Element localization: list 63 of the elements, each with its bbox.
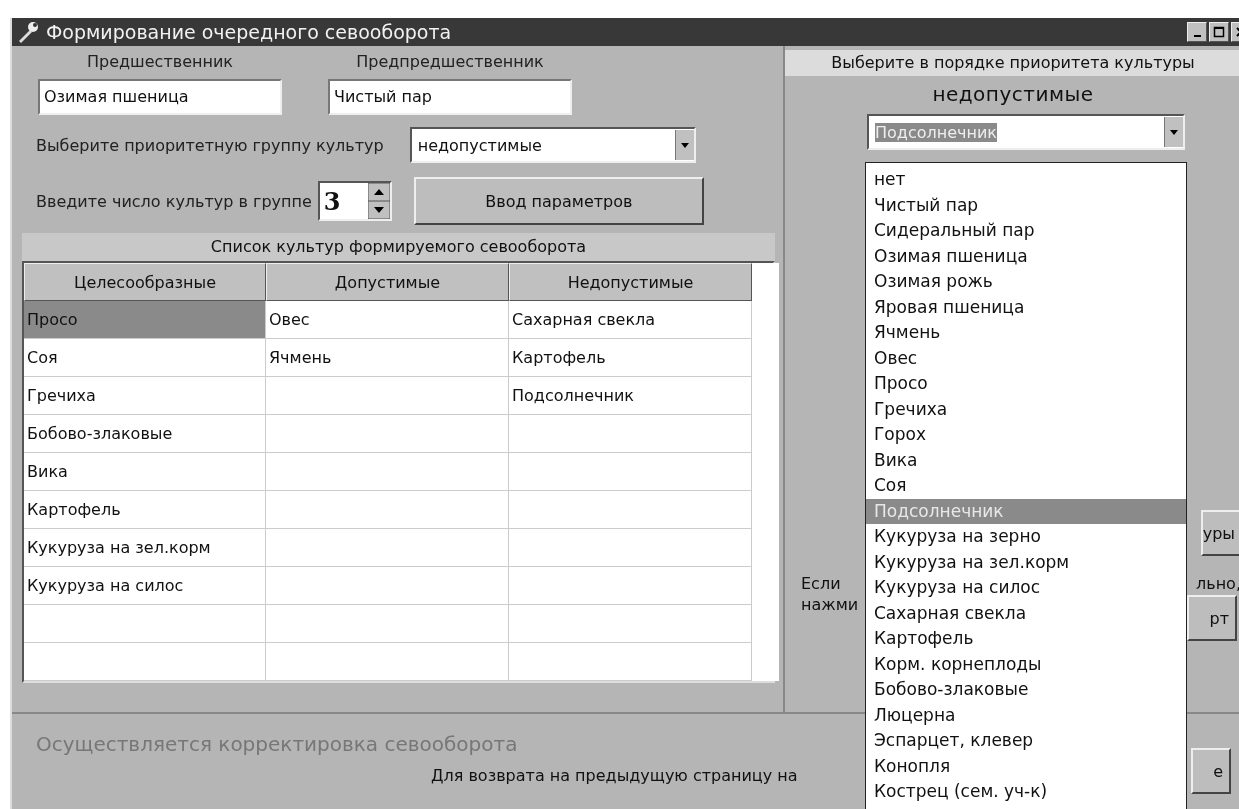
maximize-button[interactable] (1209, 22, 1229, 42)
field-label: Предшественник (87, 52, 233, 71)
list-item[interactable]: Люцерна (866, 702, 1186, 728)
table-cell: Бобово-злаковые (24, 415, 266, 453)
window-title: Формирование очередного севооборота (46, 21, 452, 43)
table-cell: Кукуруза на зел.корм (24, 529, 266, 567)
group-name: недопустимые (931, 82, 1095, 106)
list-item[interactable]: Кострец (сем. уч-к) (866, 779, 1186, 805)
list-item[interactable]: Соя (866, 473, 1186, 499)
list-item[interactable]: Просо (866, 371, 1186, 397)
list-item[interactable]: Корм. корнеплоды (866, 651, 1186, 677)
pre-predecessor-field[interactable]: Чистый пар (328, 79, 572, 115)
predecessor-field[interactable]: Озимая пшеница (38, 79, 282, 115)
maximize-icon (1213, 26, 1225, 38)
list-item[interactable]: Конопля (866, 753, 1186, 779)
note-text: нажми (801, 595, 859, 614)
enter-parameters-button[interactable]: Ввод параметров (413, 177, 704, 225)
list-item[interactable]: Кукуруза на силос (866, 575, 1186, 601)
note-text: льно, (1196, 574, 1239, 593)
list-item[interactable]: Эспарцет, клевер (866, 728, 1186, 754)
spin-arrows-icon (367, 183, 390, 219)
minimize-button[interactable] (1187, 22, 1207, 42)
list-item[interactable]: Сахарная свекла (866, 600, 1186, 626)
field-label: Выберите приоритетную группу культур (36, 135, 384, 155)
table-caption: Список культур формируемого севооборота (22, 233, 775, 261)
list-item[interactable]: Кукуруза на зел.корм (866, 549, 1186, 575)
count-spinner[interactable]: 3 (317, 181, 392, 221)
field-label: Введите число культур в группе (36, 191, 312, 211)
table-cell: Соя (24, 339, 266, 377)
list-item[interactable]: Ячмень (866, 320, 1186, 346)
back-button[interactable]: е (1191, 748, 1231, 794)
group-dropdown[interactable]: недопустимые (409, 127, 696, 163)
table-cell: Гречиха (24, 377, 266, 415)
list-item[interactable]: Озимая пшеница (866, 243, 1186, 269)
status-message: Осуществляется корректировка севооборота (36, 732, 518, 756)
list-item[interactable]: Бобово-злаковые (866, 677, 1186, 703)
table-cell: Кукуруза на силос (24, 567, 266, 605)
panel-heading: Выберите в порядке приоритета культуры (785, 50, 1239, 76)
column-header[interactable]: Допустимые (266, 263, 509, 301)
report-button[interactable]: рт (1187, 595, 1237, 641)
list-item[interactable]: Картофель (866, 626, 1186, 652)
minimize-icon (1193, 35, 1201, 37)
list-item[interactable]: Овес (866, 345, 1186, 371)
list-item[interactable]: Сидеральный пар (866, 218, 1186, 244)
crop-button[interactable]: уры (1200, 510, 1239, 556)
table-cell: Овес (266, 301, 509, 339)
list-item[interactable]: Горох (866, 422, 1186, 448)
table-cell: Вика (24, 453, 266, 491)
list-item[interactable]: Яровая пшеница (866, 294, 1186, 320)
list-item[interactable]: Озимая рожь (866, 269, 1186, 295)
list-item[interactable]: Гречиха (866, 396, 1186, 422)
list-item[interactable]: Вика (866, 447, 1186, 473)
column-header[interactable]: Целесообразные (24, 263, 266, 301)
hint-text: Для возврата на предыдущую страницу на (431, 766, 798, 785)
note-text: Если (801, 574, 841, 593)
list-item[interactable]: Кукуруза на зерно (866, 524, 1186, 550)
column-header[interactable]: Недопустимые (509, 263, 752, 301)
list-item[interactable]: Чистый пар (866, 192, 1186, 218)
table-cell: Просо (24, 301, 266, 339)
table-cell: Картофель (24, 491, 266, 529)
table-cell: Ячмень (266, 339, 509, 377)
list-item[interactable]: нет (866, 167, 1186, 193)
field-label: Предпредшественник (356, 52, 544, 71)
